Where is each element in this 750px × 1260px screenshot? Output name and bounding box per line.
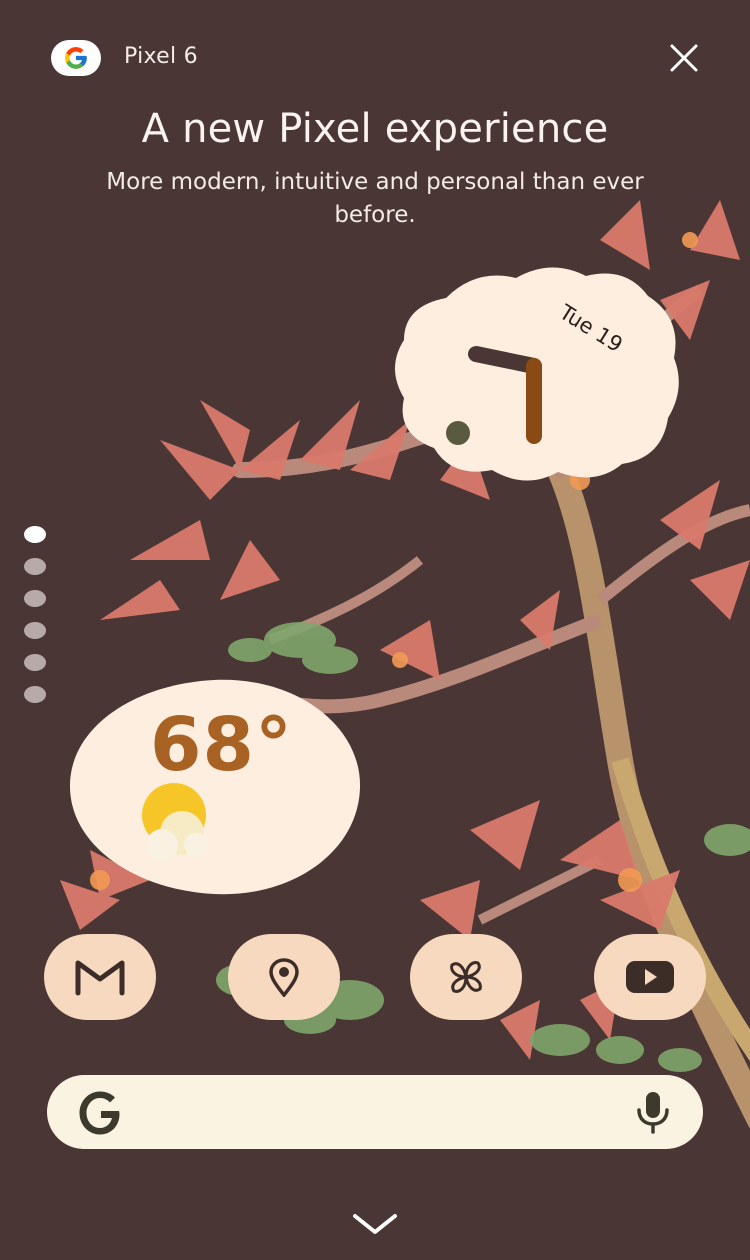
page-dot-5[interactable] [24, 654, 46, 671]
page-dot-6[interactable] [24, 686, 46, 703]
google-logo-badge [51, 40, 101, 76]
location-pin-icon [269, 958, 299, 997]
microphone-icon[interactable] [631, 1089, 675, 1135]
close-button[interactable] [664, 38, 704, 78]
google-g-icon [65, 47, 87, 69]
hero-subtitle: More modern, intuitive and personal than… [106, 169, 644, 228]
clock-widget[interactable] [386, 258, 682, 484]
hero-title: A new Pixel experience [141, 106, 609, 152]
page-dot-4[interactable] [24, 622, 46, 639]
close-icon [670, 44, 698, 72]
clock-seconds-dot [446, 421, 470, 445]
gmail-icon [75, 960, 125, 996]
maps-app-button[interactable] [228, 934, 340, 1020]
page-dot-2[interactable] [24, 558, 46, 575]
pinwheel-app-button[interactable] [410, 934, 522, 1020]
youtube-app-button[interactable] [594, 934, 706, 1020]
gmail-app-button[interactable] [44, 934, 156, 1020]
temperature-value: 68° [150, 702, 293, 788]
chevron-down-icon[interactable] [350, 1208, 400, 1238]
youtube-icon [626, 961, 674, 993]
page-dot-1[interactable] [24, 526, 46, 543]
google-g-icon [79, 1091, 120, 1135]
page-indicator [24, 526, 48, 718]
page-dot-3[interactable] [24, 590, 46, 607]
google-search-bar[interactable] [47, 1075, 703, 1149]
sunny-partly-cloudy-icon [142, 783, 208, 861]
header-title: Pixel 6 [124, 44, 198, 69]
pinwheel-icon [450, 961, 482, 993]
pixel-intro-screen: Pixel 6 A new Pixel experience More mode… [0, 0, 750, 1260]
